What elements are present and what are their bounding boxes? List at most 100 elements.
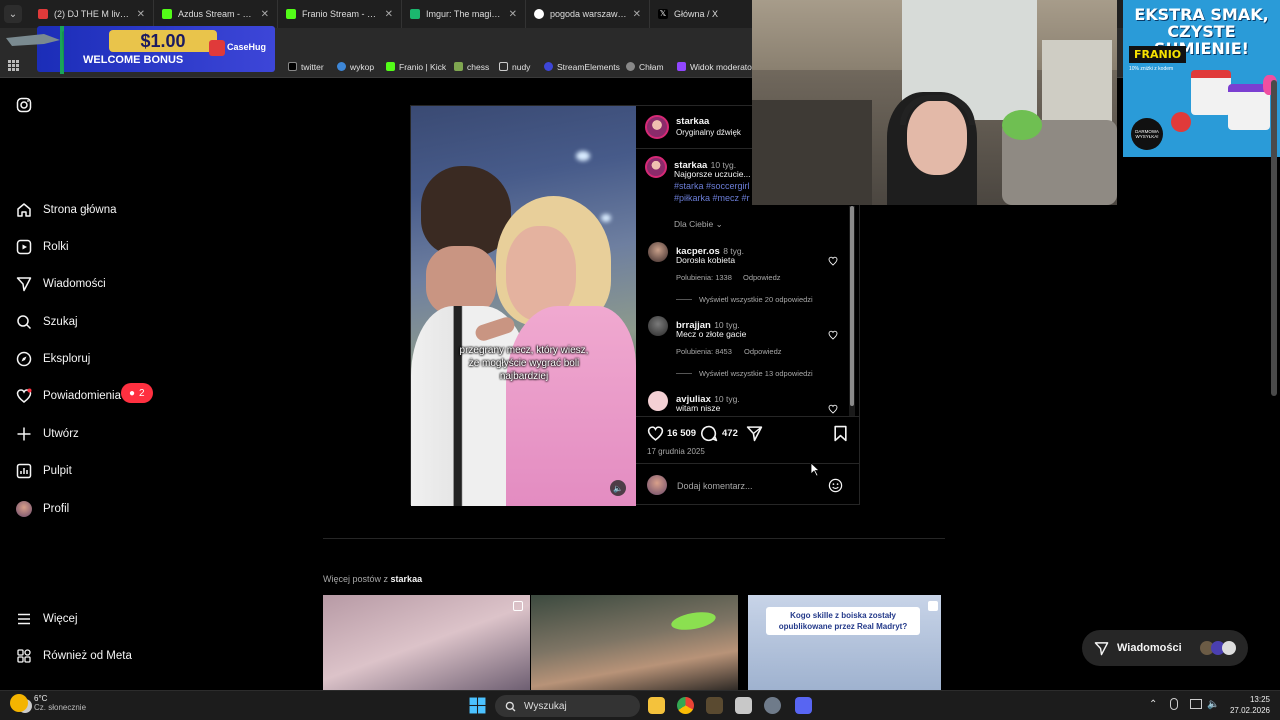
close-icon[interactable]: ✕ (261, 9, 269, 20)
view-replies[interactable]: Wyświetl wszystkie 13 odpowiedzi (699, 369, 813, 378)
avatar[interactable] (645, 115, 669, 139)
nav-search[interactable]: Szukaj (16, 311, 78, 333)
avatar[interactable] (645, 156, 667, 178)
nav-profile[interactable]: Profil (16, 498, 69, 520)
comment-input[interactable]: Dodaj komentarz... (677, 481, 753, 491)
scrollbar-thumb[interactable] (850, 206, 854, 406)
comment-likes[interactable]: Polubienia: 1338 (676, 273, 732, 282)
kick-icon (286, 9, 296, 19)
stadium-light (601, 214, 611, 222)
nav-messages[interactable]: Wiadomości (16, 273, 106, 295)
bookmark-franio-kick[interactable]: Franio | Kick (386, 55, 446, 78)
like-comment-icon[interactable] (828, 256, 838, 266)
like-comment-icon[interactable] (828, 330, 838, 340)
emoji-icon[interactable] (828, 478, 843, 493)
reply-button[interactable]: Odpowiedz (743, 273, 781, 282)
comment-likes[interactable]: Polubienia: 8453 (676, 347, 732, 356)
comment-text: Dorosła kobieta (676, 255, 736, 265)
bookmark-chess[interactable]: chess (454, 55, 489, 78)
weather-widget[interactable]: 6°C Cz. słonecznie (10, 694, 86, 712)
chevron-down-icon: ⌄ (715, 219, 723, 229)
app-icon[interactable] (735, 697, 752, 714)
bookmark-wykop[interactable]: wykop (337, 55, 374, 78)
microphone-icon[interactable] (1170, 698, 1178, 710)
file-explorer-icon[interactable] (648, 697, 665, 714)
windows-start-icon[interactable] (469, 697, 486, 714)
search-icon (17, 315, 32, 330)
bookmark-icon[interactable] (833, 425, 848, 442)
nav-label: Utwórz (43, 428, 79, 440)
more-post-thumbnail[interactable] (531, 595, 738, 690)
avatar[interactable] (648, 242, 668, 262)
caption-text: Najgorsze uczucie... (674, 169, 751, 179)
share-icon[interactable] (746, 425, 763, 442)
bookmark-twitter[interactable]: twitter (288, 55, 324, 78)
caption-hashtags[interactable]: #starka #soccergirl (674, 181, 750, 191)
volume-icon[interactable]: 🔈 (1207, 699, 1219, 710)
discord-icon[interactable] (795, 697, 812, 714)
browser-tab[interactable]: Azdus Stream - Watc ✕ (154, 0, 278, 28)
browser-tab[interactable]: pogoda warszawa - S ✕ (526, 0, 650, 28)
reply-button[interactable]: Odpowiedz (744, 347, 782, 356)
close-icon[interactable]: ✕ (633, 9, 641, 20)
search-icon (505, 701, 516, 711)
stadium-light (576, 151, 590, 161)
tab-title: Główna / X (674, 9, 719, 19)
avatar[interactable] (648, 316, 668, 336)
tab-search-button[interactable]: ⌄ (4, 5, 22, 23)
nav-reels[interactable]: Rolki (16, 236, 69, 258)
messages-floating-button[interactable]: Wiadomości (1082, 630, 1248, 666)
bookmark-label: Widok moderato (690, 61, 752, 72)
audio-label[interactable]: Oryginalny dźwięk (676, 128, 741, 137)
close-icon[interactable]: ✕ (385, 9, 393, 20)
more-posts-user[interactable]: starkaa (391, 574, 423, 584)
thumbnail-caption: Kogo skille z boiska zostały opublikowan… (766, 607, 920, 635)
nav-more[interactable]: Więcej (16, 608, 78, 630)
bookmark-label: twitter (301, 61, 324, 72)
comment-icon[interactable] (701, 425, 718, 442)
browser-tab[interactable]: Franio Stream - Watc ✕ (278, 0, 402, 28)
bookmark-streamelements[interactable]: StreamElements (544, 55, 620, 78)
weather-sun-icon (10, 694, 28, 712)
taskbar-search[interactable]: Wyszukaj (495, 695, 640, 717)
bookmark-chlam[interactable]: Chłam (626, 55, 664, 78)
more-post-thumbnail[interactable] (323, 595, 530, 690)
page-scrollbar[interactable] (1271, 80, 1277, 396)
nav-explore[interactable]: Eksploruj (16, 348, 90, 370)
post-video[interactable]: przegrany mecz, który wiesz, że mogłyści… (411, 106, 636, 506)
settings-icon[interactable] (764, 697, 781, 714)
like-comment-icon[interactable] (828, 404, 838, 414)
messages-icon (16, 277, 32, 292)
chess-icon (454, 62, 463, 71)
chevron-up-icon[interactable]: ⌃ (1149, 699, 1157, 710)
browser-tab[interactable]: (2) DJ THE M live at F ✕ (30, 0, 154, 28)
comments-count[interactable]: 472 (722, 428, 738, 439)
nav-notifications[interactable]: Powiadomienia (16, 385, 121, 407)
more-post-thumbnail[interactable]: Kogo skille z boiska zostały opublikowan… (748, 595, 941, 690)
instagram-logo-icon[interactable] (16, 94, 32, 116)
browser-tab[interactable]: Imgur: The magic of t ✕ (402, 0, 526, 28)
x-logo-icon: 𝕏 (658, 9, 668, 19)
close-icon[interactable]: ✕ (137, 9, 145, 20)
nav-home[interactable]: Strona główna (16, 199, 117, 221)
more-posts-prefix: Więcej postów z (323, 574, 389, 584)
volume-icon[interactable]: 🔈 (610, 480, 626, 496)
comment-filter-dropdown[interactable]: Dla Ciebie ⌄ (674, 219, 723, 230)
nav-dashboard[interactable]: Pulpit (16, 460, 72, 482)
nav-create[interactable]: Utwórz (16, 423, 79, 445)
post-author[interactable]: starkaa (676, 116, 709, 127)
view-replies[interactable]: Wyświetl wszystkie 20 odpowiedzi (699, 295, 813, 304)
caption-hashtags[interactable]: #piłkarka #mecz #r (674, 193, 750, 203)
bookmark-nudy[interactable]: nudy (499, 55, 530, 78)
network-icon[interactable] (1190, 699, 1202, 709)
likes-count[interactable]: 16 509 (667, 428, 696, 439)
nav-label: Profil (43, 503, 70, 515)
avatar[interactable] (648, 391, 668, 411)
chrome-icon[interactable] (677, 697, 694, 714)
like-icon[interactable] (647, 425, 664, 442)
nav-also-from-meta[interactable]: Również od Meta (16, 645, 132, 667)
close-icon[interactable]: ✕ (509, 9, 517, 20)
system-clock[interactable]: 13:25 27.02.2026 (1222, 694, 1270, 716)
app-icon[interactable] (706, 697, 723, 714)
bookmark-widok-moderatora[interactable]: Widok moderato (677, 55, 752, 78)
